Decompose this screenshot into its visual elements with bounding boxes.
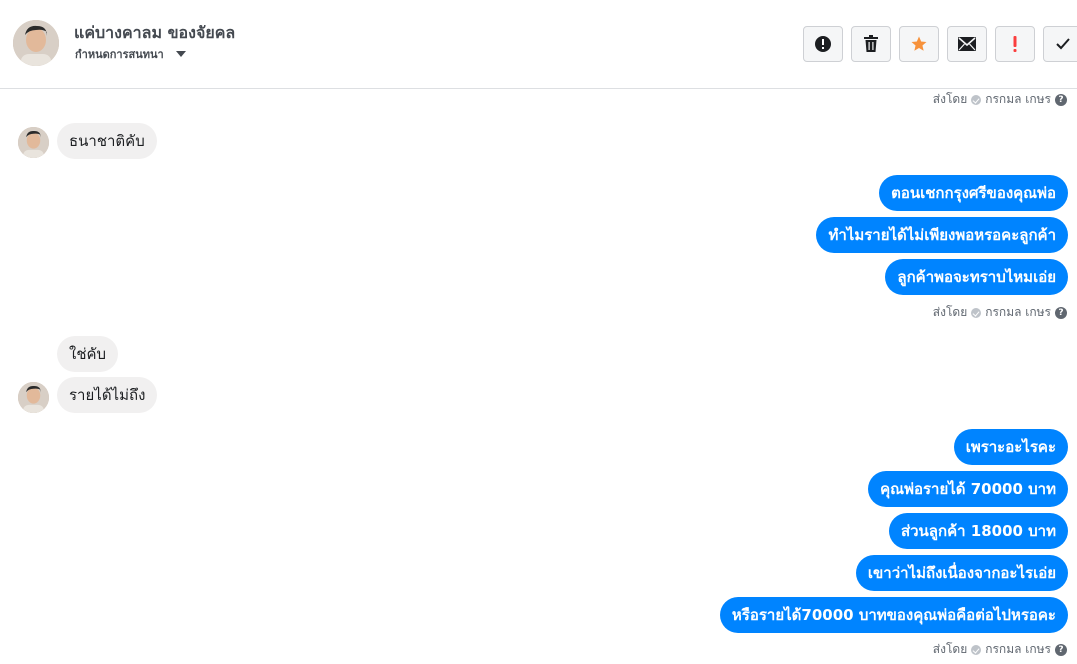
report-icon — [815, 36, 831, 52]
help-icon[interactable]: ? — [1055, 306, 1067, 319]
outgoing-message[interactable]: ลูกค้าพอจะทราบไหมเอ่ย — [885, 259, 1068, 295]
sender-avatar[interactable] — [18, 127, 49, 158]
follow-up-button[interactable] — [995, 26, 1035, 62]
outgoing-message[interactable]: คุณพ่อรายได้ 70000 บาท — [868, 471, 1068, 507]
star-button[interactable] — [899, 26, 939, 62]
seen-label: ส่งโดย — [932, 305, 968, 319]
seen-by-name: กรกมล เกษร — [985, 92, 1051, 106]
report-button[interactable] — [803, 26, 843, 62]
seen-indicator: ส่งโดย กรกมล เกษร ? — [933, 303, 1067, 322]
seen-label: ส่งโดย — [932, 92, 968, 106]
mark-unread-button[interactable] — [947, 26, 987, 62]
check-circle-icon — [971, 307, 982, 318]
outgoing-message[interactable]: ทำไมรายได้ไม่เพียงพอหรอคะลูกค้า — [816, 217, 1068, 253]
seen-label: ส่งโดย — [932, 642, 968, 656]
mark-done-button[interactable] — [1043, 26, 1077, 62]
incoming-message[interactable]: ใช่คับ — [57, 336, 119, 372]
contact-avatar[interactable] — [13, 20, 59, 66]
seen-by-name: กรกมล เกษร — [985, 642, 1051, 656]
outgoing-message[interactable]: หรือรายได้70000 บาทของคุณพ่อคือต่อไปหรอค… — [719, 597, 1068, 633]
help-icon[interactable]: ? — [1055, 643, 1067, 656]
seen-indicator: ส่งโดย กรกมล เกษร ? — [933, 640, 1067, 659]
outgoing-message[interactable]: เขาว่าไม่ถึงเนื่องจากอะไรเอ่ย — [855, 555, 1068, 591]
help-icon[interactable]: ? — [1055, 93, 1067, 106]
incoming-message[interactable]: ธนาชาติคับ — [57, 123, 157, 159]
conversation-header: แค่บางคาลม ของจัยคล กำหนดการสนทนา — [0, 0, 1077, 89]
outgoing-message[interactable]: ส่วนลูกค้า 18000 บาท — [888, 513, 1068, 549]
trash-icon — [864, 35, 878, 52]
outgoing-message[interactable]: เพราะอะไรคะ — [953, 429, 1068, 465]
chevron-down-icon — [175, 51, 186, 57]
exclamation-icon — [1013, 36, 1017, 52]
message-thread[interactable]: ส่งโดย กรกมล เกษร ? ธนาชาติคับ ตอนเชกกรุ… — [0, 89, 1077, 664]
check-circle-icon — [971, 644, 982, 655]
seen-indicator: ส่งโดย กรกมล เกษร ? — [933, 90, 1067, 109]
sender-avatar[interactable] — [18, 382, 49, 413]
conversation-settings-dropdown[interactable]: กำหนดการสนทนา — [75, 45, 186, 63]
contact-name[interactable]: แค่บางคาลม ของจัยคล — [74, 21, 235, 46]
star-icon — [911, 36, 927, 51]
delete-button[interactable] — [851, 26, 891, 62]
check-circle-icon — [971, 94, 982, 105]
incoming-message[interactable]: รายได้ไม่ถึง — [57, 377, 158, 413]
outgoing-message[interactable]: ตอนเชกกรุงศรีของคุณพ่อ — [879, 175, 1068, 211]
conversation-settings-label: กำหนดการสนทนา — [75, 48, 164, 61]
check-icon — [1056, 38, 1070, 50]
mail-icon — [958, 37, 976, 51]
seen-by-name: กรกมล เกษร — [985, 305, 1051, 319]
